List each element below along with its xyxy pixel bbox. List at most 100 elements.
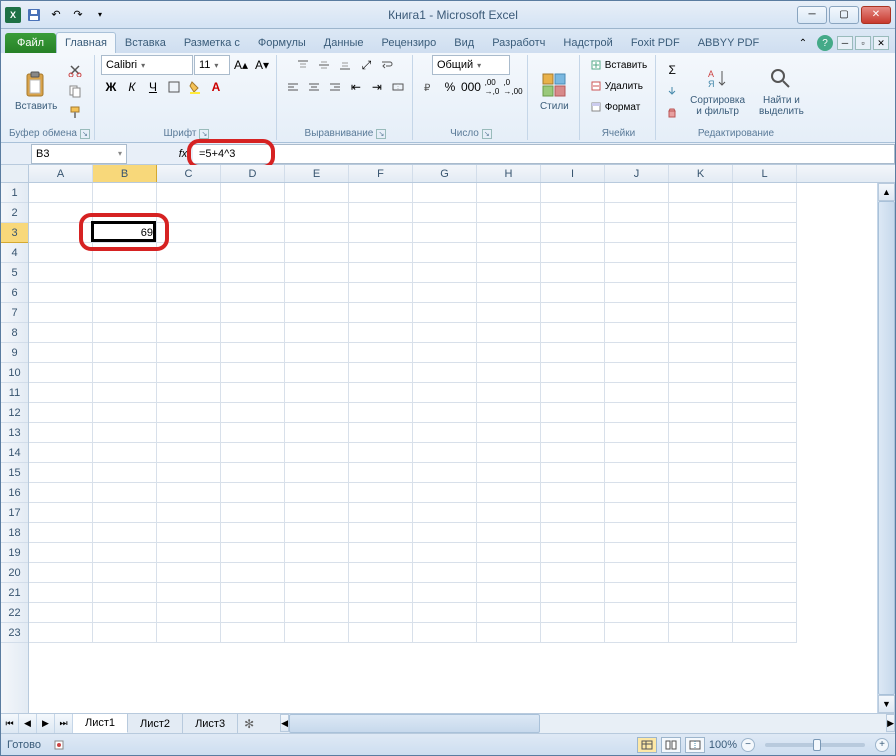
cell[interactable] [285, 183, 349, 203]
cell[interactable] [477, 603, 541, 623]
column-header[interactable]: E [285, 165, 349, 182]
scroll-up-button[interactable]: ▲ [878, 183, 895, 201]
cell[interactable] [349, 543, 413, 563]
cell[interactable] [605, 463, 669, 483]
cell[interactable] [541, 363, 605, 383]
cell[interactable] [477, 543, 541, 563]
cell[interactable] [477, 203, 541, 223]
cell[interactable] [413, 403, 477, 423]
cell[interactable] [669, 443, 733, 463]
cell[interactable] [157, 623, 221, 643]
cell[interactable] [29, 543, 93, 563]
cell[interactable] [285, 423, 349, 443]
cell[interactable] [477, 303, 541, 323]
decrease-decimal-button[interactable]: ,0→,00 [503, 77, 523, 97]
cell[interactable] [541, 243, 605, 263]
cell[interactable] [29, 603, 93, 623]
column-header[interactable]: K [669, 165, 733, 182]
cell[interactable] [669, 303, 733, 323]
cell[interactable] [221, 463, 285, 483]
cell[interactable] [29, 563, 93, 583]
tab-formulas[interactable]: Формулы [249, 32, 315, 53]
column-header[interactable]: J [605, 165, 669, 182]
cell[interactable] [157, 283, 221, 303]
copy-button[interactable] [65, 81, 85, 101]
cell[interactable] [285, 403, 349, 423]
cell[interactable] [541, 203, 605, 223]
cell[interactable] [29, 403, 93, 423]
cell[interactable] [285, 543, 349, 563]
increase-decimal-button[interactable]: ,00→,0 [482, 77, 502, 97]
cell[interactable] [733, 363, 797, 383]
cell[interactable] [541, 563, 605, 583]
new-sheet-button[interactable]: ✻ [238, 714, 260, 733]
cell[interactable] [413, 463, 477, 483]
cell[interactable] [93, 443, 157, 463]
cell[interactable] [221, 203, 285, 223]
cell[interactable] [477, 423, 541, 443]
cell[interactable] [733, 263, 797, 283]
column-header[interactable]: H [477, 165, 541, 182]
cell[interactable] [477, 323, 541, 343]
cell[interactable] [285, 343, 349, 363]
cell[interactable] [669, 603, 733, 623]
row-header[interactable]: 19 [1, 543, 28, 563]
cell[interactable] [605, 343, 669, 363]
cell[interactable] [477, 463, 541, 483]
zoom-out-button[interactable]: − [741, 738, 755, 752]
cell[interactable] [221, 603, 285, 623]
row-header[interactable]: 10 [1, 363, 28, 383]
cell[interactable] [605, 403, 669, 423]
tab-page-layout[interactable]: Разметка с [175, 32, 249, 53]
cell[interactable] [157, 583, 221, 603]
cell[interactable] [669, 263, 733, 283]
number-format-combo[interactable]: Общий▾ [432, 55, 510, 75]
close-button[interactable]: ✕ [861, 6, 891, 24]
cell[interactable] [477, 243, 541, 263]
borders-button[interactable] [164, 77, 184, 97]
cell[interactable] [477, 363, 541, 383]
cell[interactable] [733, 303, 797, 323]
cell[interactable] [221, 243, 285, 263]
cell[interactable] [733, 243, 797, 263]
cell[interactable] [541, 183, 605, 203]
normal-view-button[interactable] [637, 737, 657, 753]
cell[interactable] [93, 463, 157, 483]
cell[interactable] [285, 563, 349, 583]
cell[interactable] [157, 223, 221, 243]
cell[interactable] [669, 203, 733, 223]
find-select-button[interactable]: Найти и выделить [753, 63, 810, 119]
cell[interactable] [605, 423, 669, 443]
align-top-button[interactable] [293, 55, 313, 75]
cell[interactable] [221, 443, 285, 463]
cell[interactable] [541, 523, 605, 543]
font-color-button[interactable]: A [206, 77, 226, 97]
cell[interactable] [221, 223, 285, 243]
cell[interactable] [157, 263, 221, 283]
cell[interactable] [93, 603, 157, 623]
cell[interactable] [541, 463, 605, 483]
orientation-button[interactable]: ⤢ [356, 55, 376, 75]
cell[interactable] [221, 183, 285, 203]
cell[interactable] [29, 323, 93, 343]
first-sheet-button[interactable]: ⏮ [1, 714, 19, 733]
increase-font-button[interactable]: A▴ [231, 55, 251, 75]
mdi-restore-button[interactable]: ▫ [855, 36, 871, 50]
row-header[interactable]: 1 [1, 183, 28, 203]
increase-indent-button[interactable]: ⇥ [367, 77, 387, 97]
cell[interactable] [669, 243, 733, 263]
row-header[interactable]: 5 [1, 263, 28, 283]
name-box[interactable]: B3▾ [31, 144, 127, 164]
cell[interactable] [93, 483, 157, 503]
cell[interactable] [669, 363, 733, 383]
font-dialog-launcher[interactable]: ↘ [199, 129, 209, 139]
cell[interactable] [285, 383, 349, 403]
tab-view[interactable]: Вид [445, 32, 483, 53]
cell[interactable] [93, 183, 157, 203]
cell[interactable] [29, 283, 93, 303]
cell[interactable] [221, 543, 285, 563]
align-left-button[interactable] [283, 77, 303, 97]
cell[interactable] [285, 623, 349, 643]
cell[interactable] [221, 303, 285, 323]
cell[interactable] [157, 603, 221, 623]
